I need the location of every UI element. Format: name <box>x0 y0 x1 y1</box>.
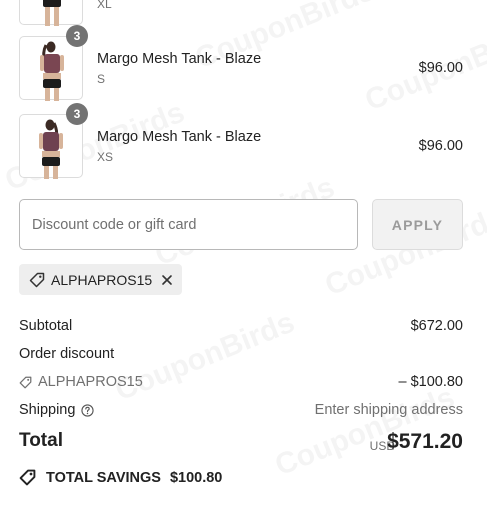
savings-label: TOTAL SAVINGS <box>46 469 161 486</box>
shipping-row: Shipping Enter shipping address <box>19 402 463 422</box>
subtotal-value: $672.00 <box>410 318 463 334</box>
order-discount-row: Order discount <box>19 346 463 366</box>
line-item: XL <box>19 0 463 27</box>
line-item: 3 Margo Mesh Tank - Blaze XS $96.00 <box>19 103 463 180</box>
shipping-label-group: Shipping <box>19 402 95 418</box>
product-image <box>43 0 61 26</box>
quantity-badge: 3 <box>66 25 88 47</box>
discount-code-input[interactable] <box>19 199 358 250</box>
quantity-badge: 3 <box>66 103 88 125</box>
savings-value: $100.80 <box>169 469 223 486</box>
applied-code-label: ALPHAPROS15 <box>51 271 153 288</box>
close-icon[interactable] <box>161 274 173 286</box>
total-savings: TOTAL SAVINGS $100.80 <box>19 469 222 486</box>
discount-code-line: ALPHAPROS15 <box>19 374 143 390</box>
shipping-label: Shipping <box>19 402 76 418</box>
item-name: Margo Mesh Tank - Blaze <box>97 51 262 67</box>
item-name: Margo Mesh Tank - Blaze <box>97 129 262 145</box>
help-circle-icon[interactable] <box>81 403 95 417</box>
item-price: $96.00 <box>418 138 463 154</box>
discount-code-row: ALPHAPROS15 – $100.80 <box>19 374 463 394</box>
order-discount-label: Order discount <box>19 346 115 362</box>
line-item: 3 Margo Mesh Tank - Blaze S $96.00 <box>19 25 463 102</box>
total-value: $571.20 <box>387 430 463 453</box>
item-price: $96.00 <box>418 60 463 76</box>
apply-button[interactable]: APPLY <box>372 199 463 250</box>
applied-discount-tag: ALPHAPROS15 <box>19 264 182 295</box>
product-thumbnail[interactable] <box>19 0 83 26</box>
subtotal-label: Subtotal <box>19 318 73 334</box>
discount-code-text: ALPHAPROS15 <box>38 374 143 390</box>
item-variant: XL <box>97 0 112 11</box>
shipping-value: Enter shipping address <box>314 402 463 418</box>
subtotal-row: Subtotal $672.00 <box>19 318 463 338</box>
discount-value: – $100.80 <box>398 374 463 390</box>
item-variant: S <box>97 72 106 86</box>
tag-icon <box>29 272 45 288</box>
total-label: Total <box>19 430 63 451</box>
item-variant: XS <box>97 150 114 164</box>
tag-icon <box>19 376 32 389</box>
savings-tag-icon <box>19 469 36 486</box>
